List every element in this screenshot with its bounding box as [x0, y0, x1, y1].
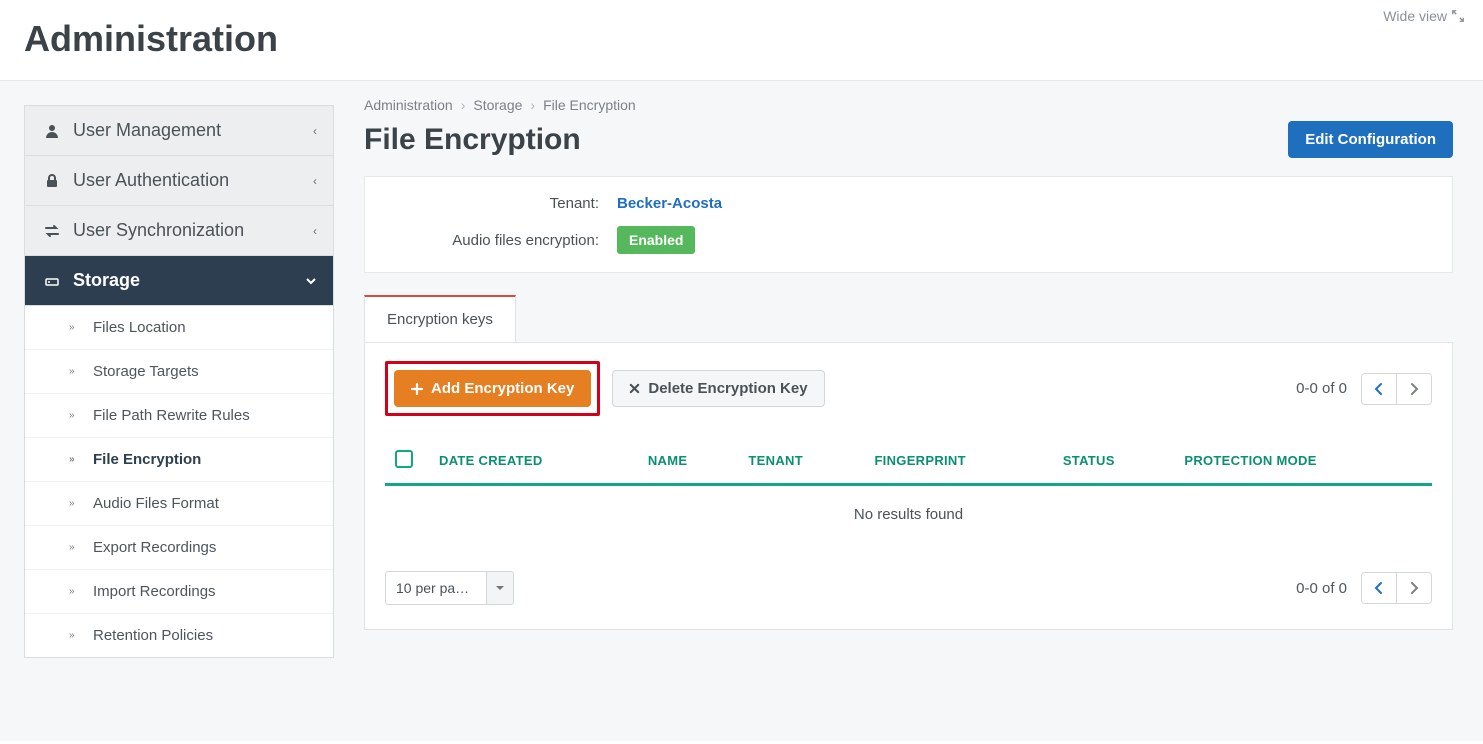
- wide-view-label: Wide view: [1383, 8, 1447, 24]
- select-all-header[interactable]: [385, 438, 429, 485]
- col-date-created[interactable]: DATE CREATED: [429, 438, 638, 485]
- nav-item-storage[interactable]: Storage: [25, 256, 333, 306]
- subnav-label: File Encryption: [93, 451, 201, 468]
- subnav-label: Import Recordings: [93, 583, 216, 600]
- pagination-range-bottom: 0-0 of 0: [1296, 580, 1347, 597]
- main-content: Administration › Storage › File Encrypti…: [334, 81, 1483, 741]
- next-page-button[interactable]: [1396, 374, 1431, 404]
- add-encryption-key-button[interactable]: Add Encryption Key: [394, 370, 591, 407]
- breadcrumb-item[interactable]: Administration: [364, 97, 453, 113]
- summary-panel: Tenant: Becker-Acosta Audio files encryp…: [364, 176, 1453, 273]
- checkbox-icon: [395, 450, 413, 468]
- tab-encryption-keys[interactable]: Encryption keys: [364, 295, 516, 342]
- subnav-item-file-encryption[interactable]: » File Encryption: [25, 438, 333, 482]
- subnav-item-export-recordings[interactable]: » Export Recordings: [25, 526, 333, 570]
- chevron-left-icon: ‹: [313, 174, 317, 188]
- subnav-label: File Path Rewrite Rules: [93, 407, 250, 424]
- delete-encryption-key-button[interactable]: Delete Encryption Key: [612, 370, 824, 407]
- bullet-icon: »: [69, 410, 83, 421]
- prev-page-button[interactable]: [1362, 374, 1396, 404]
- breadcrumb-item[interactable]: Storage: [473, 97, 522, 113]
- sidebar: User Management ‹ User Authentication ‹ …: [0, 81, 334, 741]
- nav-label: User Authentication: [73, 170, 229, 191]
- pagination-range-top: 0-0 of 0: [1296, 380, 1347, 397]
- col-tenant[interactable]: TENANT: [738, 438, 864, 485]
- breadcrumb-item: File Encryption: [543, 97, 636, 113]
- subnav-label: Audio Files Format: [93, 495, 219, 512]
- nav-label: Storage: [73, 270, 140, 291]
- nav-item-user-management[interactable]: User Management ‹: [25, 106, 333, 156]
- next-page-button[interactable]: [1396, 573, 1431, 603]
- col-status[interactable]: STATUS: [1053, 438, 1175, 485]
- drive-icon: [41, 273, 63, 289]
- chevron-left-icon: [1374, 382, 1384, 396]
- subnav-storage: » Files Location » Storage Targets » Fil…: [25, 306, 333, 657]
- col-fingerprint[interactable]: FINGERPRINT: [864, 438, 1052, 485]
- plus-icon: [411, 383, 423, 395]
- col-name[interactable]: NAME: [638, 438, 739, 485]
- chevron-left-icon: ‹: [313, 124, 317, 138]
- delete-button-label: Delete Encryption Key: [648, 380, 807, 397]
- keys-table: DATE CREATED NAME TENANT FINGERPRINT STA…: [385, 438, 1432, 486]
- pager-bottom: [1361, 572, 1432, 604]
- encryption-label: Audio files encryption:: [387, 232, 617, 249]
- empty-message: No results found: [385, 486, 1432, 553]
- pager-top: [1361, 373, 1432, 405]
- per-page-select[interactable]: 10 per pa…: [385, 571, 514, 605]
- dropdown-icon: [486, 572, 513, 604]
- page-title: Administration: [0, 0, 1483, 80]
- status-badge: Enabled: [617, 226, 695, 254]
- bullet-icon: »: [69, 322, 83, 333]
- subnav-label: Storage Targets: [93, 363, 199, 380]
- edit-configuration-button[interactable]: Edit Configuration: [1288, 121, 1453, 158]
- subnav-item-file-path-rewrite-rules[interactable]: » File Path Rewrite Rules: [25, 394, 333, 438]
- tenant-link[interactable]: Becker-Acosta: [617, 195, 722, 212]
- subnav-item-files-location[interactable]: » Files Location: [25, 306, 333, 350]
- col-protection-mode[interactable]: PROTECTION MODE: [1174, 438, 1432, 485]
- chevron-right-icon: [1409, 382, 1419, 396]
- per-page-label: 10 per pa…: [386, 572, 486, 604]
- breadcrumb: Administration › Storage › File Encrypti…: [364, 97, 1453, 113]
- nav-label: User Management: [73, 120, 221, 141]
- expand-icon: [1451, 9, 1465, 23]
- bullet-icon: »: [69, 542, 83, 553]
- nav-item-user-synchronization[interactable]: User Synchronization ‹: [25, 206, 333, 256]
- close-icon: [629, 383, 640, 394]
- subnav-item-import-recordings[interactable]: » Import Recordings: [25, 570, 333, 614]
- bullet-icon: »: [69, 498, 83, 509]
- bullet-icon: »: [69, 366, 83, 377]
- subnav-label: Files Location: [93, 319, 186, 336]
- bullet-icon: »: [69, 454, 83, 465]
- tabs: Encryption keys: [364, 295, 1453, 342]
- bullet-icon: »: [69, 586, 83, 597]
- breadcrumb-sep: ›: [461, 97, 466, 113]
- subnav-item-retention-policies[interactable]: » Retention Policies: [25, 614, 333, 657]
- tenant-label: Tenant:: [387, 195, 617, 212]
- user-icon: [41, 123, 63, 139]
- subnav-label: Export Recordings: [93, 539, 216, 556]
- chevron-right-icon: [1409, 581, 1419, 595]
- keys-card: Add Encryption Key Delete Encryption Key…: [364, 342, 1453, 630]
- nav-label: User Synchronization: [73, 220, 244, 241]
- chevron-left-icon: [1374, 581, 1384, 595]
- subnav-item-audio-files-format[interactable]: » Audio Files Format: [25, 482, 333, 526]
- lock-icon: [41, 173, 63, 189]
- breadcrumb-sep: ›: [530, 97, 535, 113]
- wide-view-toggle[interactable]: Wide view: [1383, 8, 1465, 24]
- highlight-box: Add Encryption Key: [385, 361, 600, 416]
- chevron-down-icon: [305, 275, 317, 287]
- subnav-item-storage-targets[interactable]: » Storage Targets: [25, 350, 333, 394]
- sync-icon: [41, 223, 63, 239]
- subnav-label: Retention Policies: [93, 627, 213, 644]
- add-button-label: Add Encryption Key: [431, 380, 574, 397]
- chevron-left-icon: ‹: [313, 224, 317, 238]
- prev-page-button[interactable]: [1362, 573, 1396, 603]
- nav-item-user-authentication[interactable]: User Authentication ‹: [25, 156, 333, 206]
- section-title: File Encryption: [364, 123, 581, 157]
- nav: User Management ‹ User Authentication ‹ …: [24, 105, 334, 658]
- bullet-icon: »: [69, 630, 83, 641]
